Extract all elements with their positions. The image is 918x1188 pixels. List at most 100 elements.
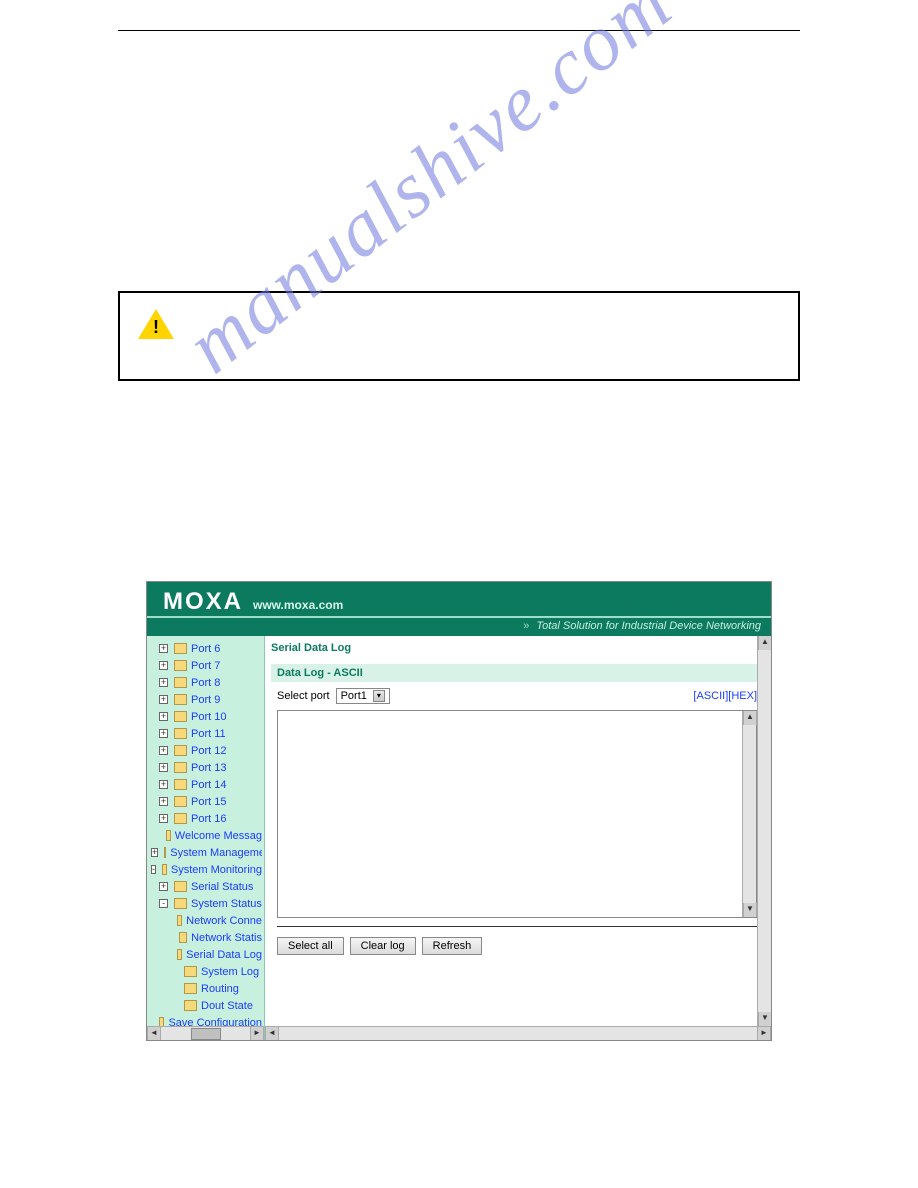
tree-item[interactable]: - System Monitoring [149,861,262,878]
clear-log-button[interactable]: Clear log [350,937,416,955]
tree-item-label[interactable]: Network Statis [191,932,262,944]
expand-icon[interactable]: + [159,695,168,704]
tree-item-label[interactable]: System Status [191,898,262,910]
tree-item[interactable]: Welcome Messag [149,827,262,844]
tree-item-label[interactable]: Port 13 [191,762,226,774]
ascii-mode-link[interactable]: [ASCII] [693,690,728,702]
tree-item[interactable]: + Port 10 [149,708,262,725]
folder-icon [174,779,187,790]
brand-logo-text: MOXA [163,588,243,616]
expand-icon[interactable]: + [159,644,168,653]
tree-item[interactable]: + Serial Status [149,878,262,895]
folder-icon [177,915,183,926]
port-select-value: Port1 [341,690,367,702]
tree-item-label[interactable]: Port 9 [191,694,220,706]
main-v-scrollbar[interactable]: ▲ ▼ [757,636,771,1026]
expand-icon[interactable]: + [159,746,168,755]
chevron-right-icon: » [523,620,529,632]
expand-icon[interactable]: + [159,797,168,806]
attention-box [118,291,800,381]
folder-open-icon [162,864,167,875]
collapse-icon[interactable]: - [159,899,168,908]
log-textarea[interactable]: ▲ ▼ [277,710,757,918]
tree-item-label[interactable]: Welcome Messag [175,830,262,842]
scroll-up-icon[interactable]: ▲ [743,711,757,725]
tree-item-label[interactable]: Port 11 [191,728,226,740]
tree-item[interactable]: + Port 16 [149,810,262,827]
tree-item[interactable]: + Port 9 [149,691,262,708]
tree-item-label[interactable]: Serial Status [191,881,253,893]
tree-item[interactable]: + Port 13 [149,759,262,776]
tree-item-label[interactable]: Dout State [201,1000,253,1012]
tree-item[interactable]: System Log [149,963,262,980]
tree-item[interactable]: + Port 15 [149,793,262,810]
tree-item-label[interactable]: System Managemer [170,847,262,859]
expand-icon[interactable]: + [159,678,168,687]
log-v-scrollbar[interactable]: ▲ ▼ [742,711,756,917]
scroll-up-icon[interactable]: ▲ [758,636,771,650]
tree-item[interactable]: Dout State [149,997,262,1014]
page-title: Serial Data Log [271,642,763,654]
hex-mode-link[interactable]: [HEX] [728,690,757,702]
main-h-scrollbar[interactable]: ◄ ► [265,1026,771,1040]
tree-item[interactable]: Network Statis [149,929,262,946]
tree-item[interactable]: Network Conne [149,912,262,929]
scroll-left-icon[interactable]: ◄ [147,1027,161,1041]
warning-triangle-icon [138,309,174,339]
tree-h-scrollbar[interactable]: ◄ ► [147,1026,264,1040]
tree-item[interactable]: + Port 8 [149,674,262,691]
tree-item[interactable]: + System Managemer [149,844,262,861]
tree-item[interactable]: + Port 11 [149,725,262,742]
folder-icon [179,932,187,943]
tree-item[interactable]: Routing [149,980,262,997]
chevron-down-icon[interactable]: ▾ [373,690,385,702]
folder-icon [184,1000,197,1011]
expand-icon[interactable]: + [159,763,168,772]
tree-item[interactable]: + Port 7 [149,657,262,674]
scroll-down-icon[interactable]: ▼ [758,1012,771,1026]
scroll-thumb[interactable] [191,1028,221,1040]
tree-item[interactable]: + Port 12 [149,742,262,759]
expand-icon[interactable]: + [151,848,158,857]
folder-icon [184,983,197,994]
folder-icon [174,660,187,671]
select-all-button[interactable]: Select all [277,937,344,955]
tree-item-label[interactable]: System Log [201,966,259,978]
tree-item-label[interactable]: Port 7 [191,660,220,672]
tree-item-label[interactable]: Port 14 [191,779,226,791]
tree-item-label[interactable]: Port 8 [191,677,220,689]
tree-item-label[interactable]: Port 12 [191,745,226,757]
tree-item-label[interactable]: Port 6 [191,643,220,655]
scroll-left-icon[interactable]: ◄ [265,1027,279,1041]
tree-item-label[interactable]: System Monitoring [171,864,262,876]
tree-item-label[interactable]: Routing [201,983,239,995]
expand-icon[interactable]: + [159,661,168,670]
brand-tagline: Total Solution for Industrial Device Net… [536,620,761,632]
expand-icon[interactable]: + [159,780,168,789]
tree-item[interactable]: + Port 14 [149,776,262,793]
scroll-down-icon[interactable]: ▼ [743,903,757,917]
tree-item-label[interactable]: Network Conne [186,915,262,927]
folder-icon [177,949,183,960]
expand-icon[interactable]: + [159,814,168,823]
folder-icon [174,881,187,892]
folder-icon [174,711,187,722]
tree-item-label[interactable]: Port 16 [191,813,226,825]
folder-icon [164,847,166,858]
folder-icon [174,796,187,807]
expand-icon[interactable]: + [159,882,168,891]
tree-item[interactable]: Serial Data Log [149,946,262,963]
tree-item[interactable]: - System Status [149,895,262,912]
scroll-right-icon[interactable]: ► [250,1027,264,1041]
expand-icon[interactable]: + [159,729,168,738]
refresh-button[interactable]: Refresh [422,937,483,955]
port-select[interactable]: Port1 ▾ [336,688,390,704]
expand-icon[interactable]: + [159,712,168,721]
tree-item-label[interactable]: Port 15 [191,796,226,808]
tree-item-label[interactable]: Port 10 [191,711,226,723]
tree-item-label[interactable]: Serial Data Log [186,949,262,961]
tree-item[interactable]: + Port 6 [149,640,262,657]
scroll-right-icon[interactable]: ► [757,1027,771,1041]
collapse-icon[interactable]: - [151,865,156,874]
folder-open-icon [174,898,187,909]
